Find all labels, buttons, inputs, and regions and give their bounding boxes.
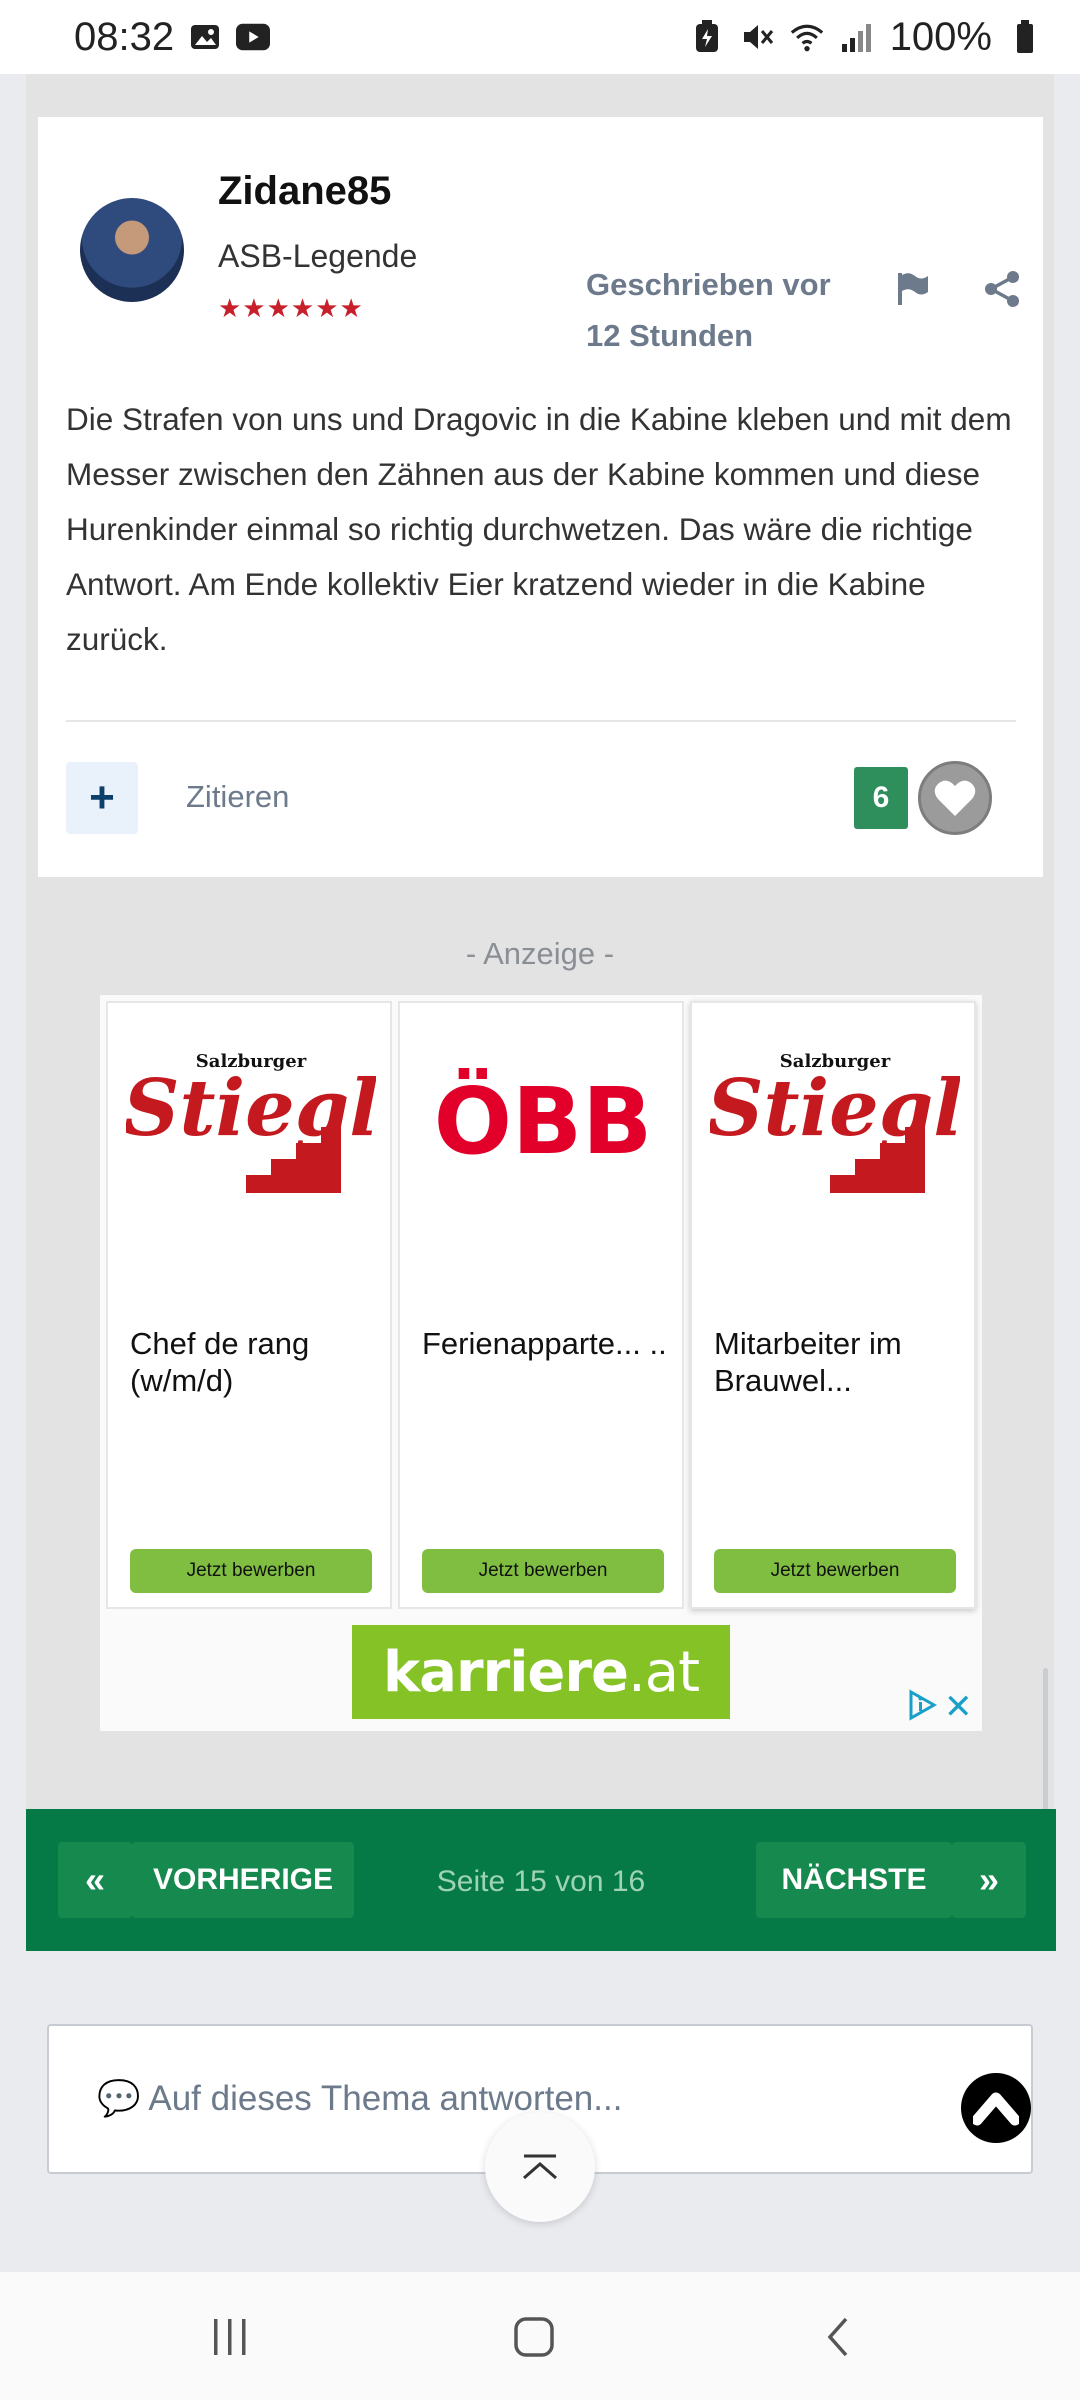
- pagination-bar: « VORHERIGE Seite 15 von 16 NÄCHSTE »: [26, 1809, 1056, 1951]
- post-card: Zidane85 ASB-Legende ★★★★★★ Geschrieben …: [38, 117, 1043, 877]
- ad-card[interactable]: Salzburger Stiegl Mitarbeiter im Brauwel…: [690, 1001, 976, 1609]
- apply-button[interactable]: Jetzt bewerben: [714, 1549, 956, 1593]
- ad-title: Ferienapparte... ..: [422, 1326, 667, 1361]
- status-bar: 08:32 100%: [0, 0, 1080, 74]
- post-timestamp[interactable]: Geschrieben vor 12 Stunden: [586, 259, 866, 361]
- karriere-brand: karriere: [382, 1639, 629, 1705]
- multiquote-button[interactable]: +: [66, 762, 138, 834]
- scroll-up-button[interactable]: [485, 2112, 595, 2222]
- like-button[interactable]: [918, 761, 992, 835]
- reaction-count[interactable]: 6: [854, 767, 908, 829]
- quote-button[interactable]: Zitieren: [186, 779, 289, 815]
- ad-card[interactable]: ÖBB Ferienapparte... .. Jetzt bewerben: [398, 1001, 684, 1609]
- next-arrow-button[interactable]: »: [952, 1842, 1026, 1918]
- divider: [66, 720, 1016, 722]
- apply-button[interactable]: Jetzt bewerben: [130, 1549, 372, 1593]
- ad-title: Chef de rang (w/m/d): [130, 1326, 310, 1398]
- author-name[interactable]: Zidane85: [218, 169, 391, 214]
- signal-icon: [840, 20, 874, 54]
- back-icon[interactable]: [808, 2312, 868, 2362]
- post-content: Die Strafen von uns und Dragovic in die …: [66, 401, 1012, 657]
- ad-card[interactable]: Salzburger Stiegl Chef de rang (w/m/d) J…: [106, 1001, 392, 1609]
- share-icon[interactable]: [982, 269, 1022, 309]
- gallery-icon: [188, 20, 222, 54]
- wifi-icon: [790, 20, 824, 54]
- heart-icon: [934, 780, 976, 816]
- svg-text:Stiegl: Stiegl: [710, 1063, 960, 1154]
- ad-close-icon[interactable]: ✕: [944, 1687, 973, 1727]
- svg-text:Stiegl: Stiegl: [126, 1063, 376, 1154]
- karriere-logo[interactable]: karriere .at: [352, 1625, 730, 1719]
- author-rank: ASB-Legende: [218, 238, 418, 274]
- chevron-up-icon: [523, 2154, 557, 2180]
- battery-icon: [1008, 20, 1042, 54]
- karriere-tld: .at: [627, 1639, 700, 1705]
- rank-stars: ★★★★★★: [218, 293, 364, 323]
- scroll-to-top-icon[interactable]: [961, 2073, 1031, 2143]
- ad-container: Salzburger Stiegl Chef de rang (w/m/d) J…: [100, 995, 982, 1731]
- battery-saver-icon: [690, 20, 724, 54]
- battery-percent: 100%: [889, 14, 992, 59]
- youtube-icon: [236, 20, 271, 54]
- clock: 08:32: [74, 14, 175, 59]
- recent-apps-icon[interactable]: [200, 2312, 260, 2362]
- ad-title: Mitarbeiter im Brauwel...: [714, 1326, 902, 1398]
- obb-logo: ÖBB: [418, 1043, 668, 1193]
- mute-icon: [740, 20, 774, 54]
- avatar[interactable]: [80, 198, 184, 302]
- home-icon[interactable]: [504, 2312, 564, 2362]
- ad-label: - Anzeige -: [465, 936, 615, 971]
- system-nav-bar: [0, 2272, 1080, 2400]
- apply-button[interactable]: Jetzt bewerben: [422, 1549, 664, 1593]
- next-button[interactable]: NÄCHSTE: [756, 1842, 952, 1918]
- svg-text:ÖBB: ÖBB: [434, 1066, 652, 1175]
- stiegl-logo: Salzburger Stiegl: [123, 1043, 379, 1193]
- flag-icon[interactable]: [893, 269, 933, 309]
- adchoices-icon[interactable]: [906, 1689, 938, 1721]
- stiegl-logo: Salzburger Stiegl: [707, 1043, 963, 1193]
